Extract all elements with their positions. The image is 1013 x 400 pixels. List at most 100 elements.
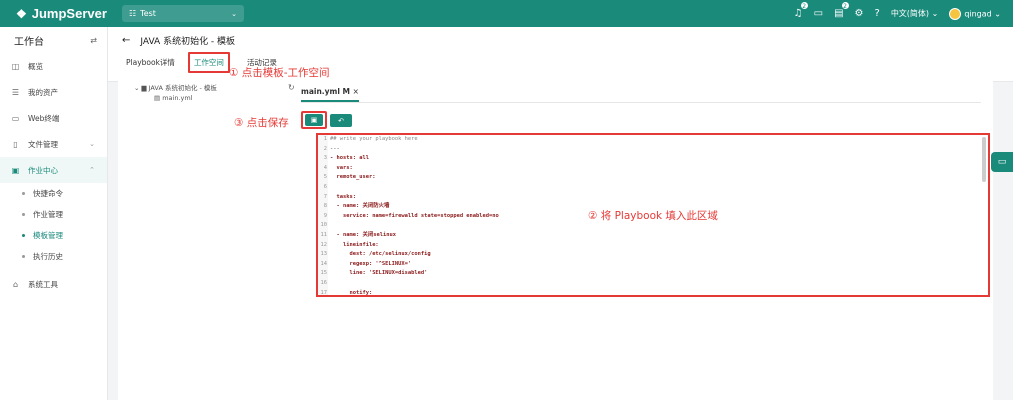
chat-icon[interactable]: ▭: [991, 152, 1013, 172]
code-line: tasks:: [330, 193, 356, 200]
code-line: line: 'SELINUX=disabled': [330, 270, 428, 277]
sidebar-subitem-label: 执行历史: [33, 252, 63, 261]
line-number: 6: [323, 183, 327, 190]
code-line: regexp: '^SELINUX=': [330, 260, 412, 267]
sidebar-subitem-label: 模板管理: [33, 231, 63, 240]
sidebar-item-label: 系统工具: [28, 279, 58, 289]
chevron-up-icon: ⌃: [89, 166, 95, 174]
code-line: ---: [330, 145, 340, 152]
ticket-icon[interactable]: ▤ 2: [834, 0, 850, 19]
line-number: 8: [323, 203, 327, 210]
avatar: [949, 7, 962, 20]
line-number: 14: [320, 260, 328, 267]
user-name: qingad: [964, 9, 992, 18]
sidebar-item-label: Web终端: [28, 113, 60, 123]
tab-workspace[interactable]: 工作空间: [187, 51, 230, 73]
line-number: 5: [323, 174, 327, 181]
line-number-gutter: 1 2 3 4 5 6 7 8 9 10 11 12 13 14 15 16 17: [318, 135, 328, 295]
line-number: 12: [320, 241, 328, 248]
annotation-step2: ② 将 Playbook 填入此区域: [588, 210, 718, 222]
line-number: 17: [320, 289, 328, 296]
collapse-icon[interactable]: ⇄: [90, 36, 97, 45]
bullet-icon: [22, 234, 25, 237]
sidebar-item-label: 作业中心: [28, 165, 58, 175]
close-icon[interactable]: ×: [353, 87, 359, 96]
tree-root[interactable]: ⌄ ▆ JAVA 系统初始化 - 模板: [134, 83, 217, 93]
app-logo[interactable]: ❖ JumpServer: [16, 6, 120, 21]
help-icon[interactable]: ?: [875, 8, 880, 19]
reset-button[interactable]: ↶: [330, 114, 352, 127]
sidebar-item-overview[interactable]: ◫ 概览: [0, 53, 107, 79]
scrollbar[interactable]: [982, 137, 986, 182]
chevron-down-icon: ⌄: [89, 140, 95, 148]
line-number: 2: [323, 145, 327, 152]
code-line: remote_user:: [330, 174, 376, 181]
line-number: 11: [320, 231, 328, 238]
save-highlight: ▣: [301, 111, 327, 129]
terminal-icon[interactable]: ▭: [814, 8, 823, 19]
annotation-step1: ① 点击模板-工作空间: [229, 67, 330, 79]
code-line: vars:: [330, 164, 353, 171]
editor-file-tab[interactable]: main.yml M ×: [301, 87, 359, 102]
tab-playbook-detail[interactable]: Playbook详情: [121, 54, 180, 71]
line-number: 9: [323, 212, 327, 219]
tree-file[interactable]: ▤ main.yml: [134, 93, 217, 103]
language-label: 中文(简体): [890, 9, 930, 18]
bell-icon[interactable]: ♫ 2: [794, 0, 809, 19]
terminal-icon: ▭: [11, 113, 20, 123]
code-line: dest: /etc/selinux/config: [330, 251, 431, 258]
line-number: 7: [323, 193, 327, 200]
sidebar-subitem-exec-history[interactable]: 执行历史: [0, 246, 107, 267]
tree-file-label: main.yml: [162, 94, 193, 102]
job-icon: ▣: [11, 165, 20, 175]
bullet-icon: [22, 213, 25, 216]
top-bar: ❖ JumpServer ☷ Test ⌄ ♫ 2 ▭ ▤ 2 ⚙ ? 中文(简体)…: [0, 0, 1013, 27]
dashboard-icon: ◫: [11, 61, 20, 71]
file-tab-label: main.yml M: [301, 87, 350, 96]
sidebar-item-label: 概览: [28, 61, 43, 71]
annotation-step3: ③ 点击保存: [234, 117, 289, 129]
sidebar-item-my-assets[interactable]: ☰ 我的资产: [0, 79, 107, 105]
bullet-icon: [22, 255, 25, 258]
user-menu[interactable]: qingad ⌄: [949, 7, 1001, 20]
save-button[interactable]: ▣: [305, 114, 323, 126]
undo-icon: ↶: [338, 116, 344, 125]
notify-badge: 2: [799, 0, 809, 10]
bullet-icon: [22, 192, 25, 195]
sidebar-subitem-job-manage[interactable]: 作业管理: [0, 204, 107, 225]
org-selector[interactable]: ☷ Test ⌄: [122, 5, 244, 22]
refresh-icon[interactable]: ↻: [288, 83, 295, 92]
org-label: Test: [140, 9, 156, 18]
language-selector[interactable]: 中文(简体) ⌄: [891, 8, 939, 19]
sidebar-item-web-terminal[interactable]: ▭ Web终端: [0, 105, 107, 131]
toolbox-icon: ⌂: [12, 279, 19, 289]
workbench-title: 工作台: [14, 36, 44, 48]
code-line: - hosts: all: [330, 155, 369, 162]
page-title: JAVA 系统初始化 - 模板: [140, 37, 236, 47]
tab-divider: [301, 102, 981, 103]
line-number: 15: [320, 270, 328, 277]
code-lines: ## write your playbook here --- - hosts: a…: [330, 135, 499, 296]
code-line: ## write your playbook here: [330, 136, 418, 142]
sidebar-item-file-manager[interactable]: ▯ 文件管理 ⌄: [0, 131, 107, 157]
code-line: lineinfile:: [330, 241, 379, 248]
assets-icon: ☰: [11, 87, 20, 97]
code-line: notify:: [330, 289, 373, 296]
org-icon: ☷: [129, 9, 137, 18]
main-content: ← JAVA 系统初始化 - 模板 Playbook详情 工作空间 活动记录 ⌄…: [108, 27, 1013, 400]
sidebar-subitem-label: 作业管理: [33, 210, 63, 219]
gear-icon[interactable]: ⚙: [855, 8, 864, 19]
sidebar-item-job-center[interactable]: ▣ 作业中心 ⌃: [0, 157, 107, 183]
sidebar: 工作台 ⇄ ◫ 概览 ☰ 我的资产 ▭ Web终端 ▯ 文件管理 ⌄ ▣ 作业中…: [0, 27, 108, 400]
sidebar-subitem-quick-command[interactable]: 快捷命令: [0, 183, 107, 204]
back-arrow-icon[interactable]: ←: [122, 35, 130, 46]
sidebar-item-system-tools[interactable]: ⌂ 系统工具: [0, 271, 107, 297]
chevron-down-icon: ⌄: [231, 9, 237, 18]
tree-root-label: JAVA 系统初始化 - 模板: [148, 84, 217, 92]
code-line: - name: 关闭selinux: [330, 231, 396, 238]
sidebar-subitem-template-manage[interactable]: 模板管理: [0, 225, 107, 246]
line-number: 13: [320, 251, 328, 258]
